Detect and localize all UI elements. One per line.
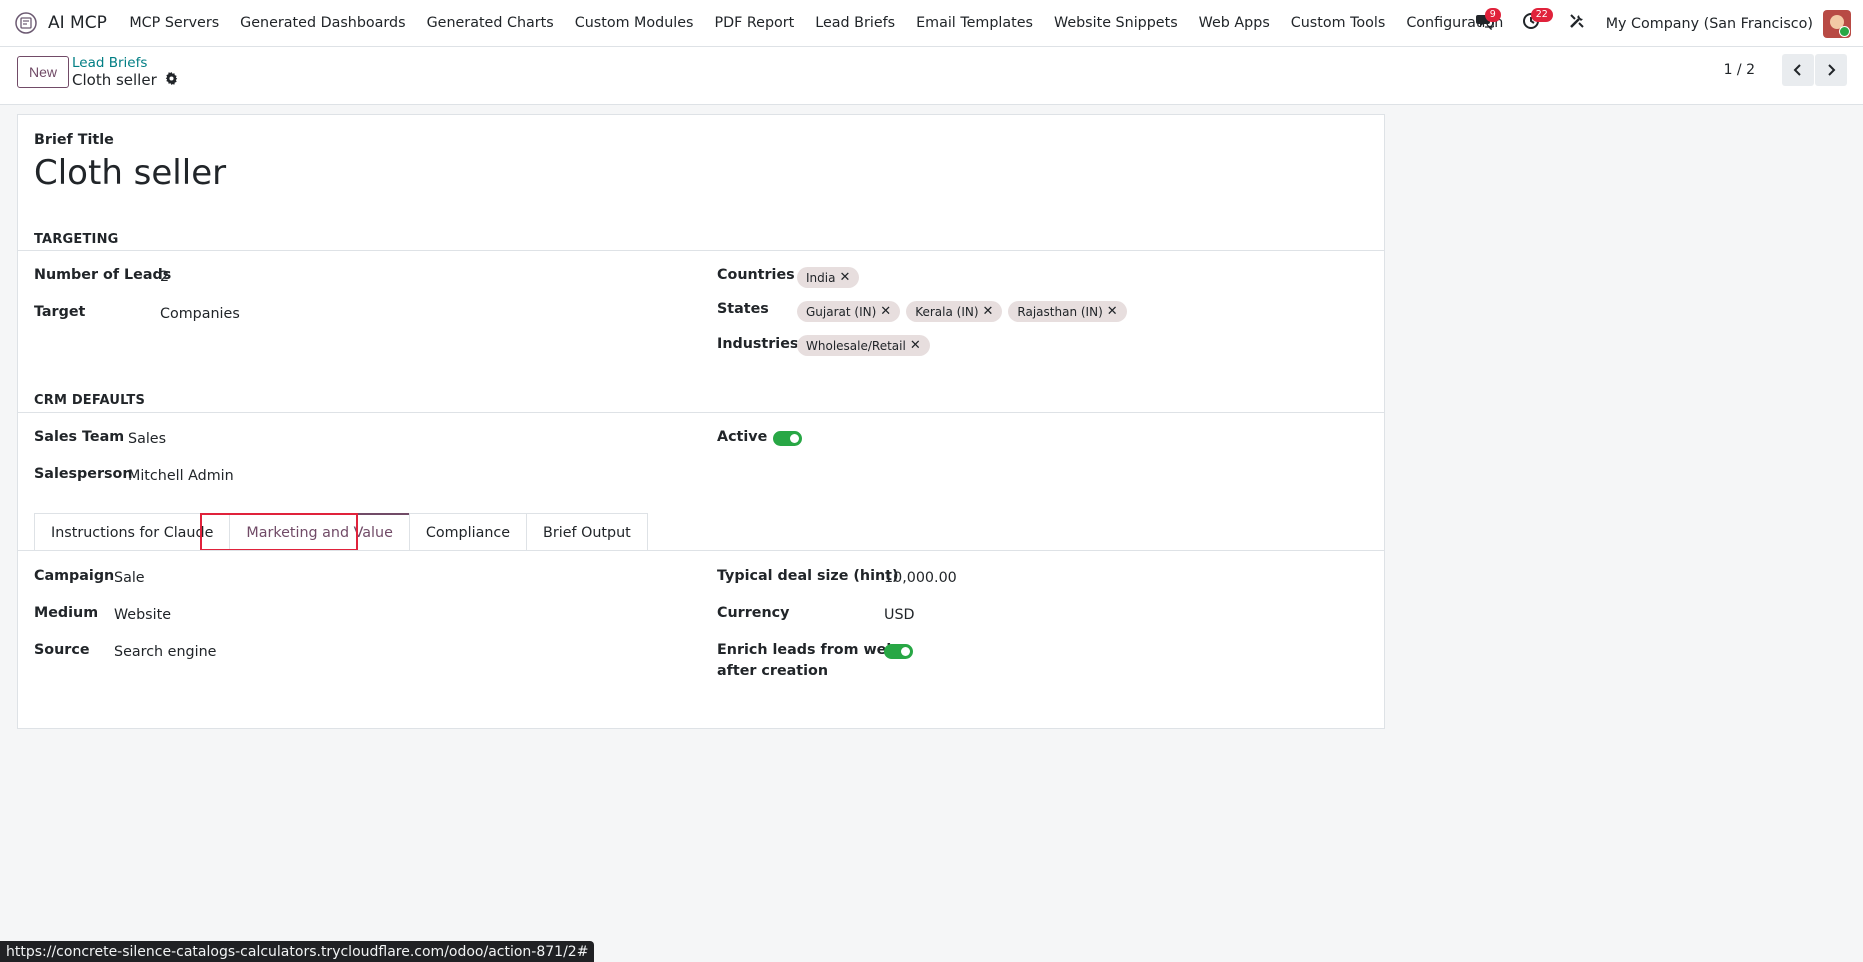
- tab-compliance[interactable]: Compliance: [408, 513, 528, 551]
- chevron-left-icon: [1793, 61, 1803, 80]
- countries-tags[interactable]: India ✕: [797, 267, 860, 288]
- company-switcher[interactable]: My Company (San Francisco): [1606, 16, 1813, 32]
- targeting-section-title: TARGETING: [34, 232, 119, 247]
- tabs-separator: [18, 550, 1384, 551]
- sales-team-label: Sales Team: [34, 429, 125, 445]
- active-toggle[interactable]: [773, 431, 802, 446]
- currency-field[interactable]: USD: [884, 607, 915, 623]
- control-panel: New Lead Briefs Cloth seller 1 / 2: [0, 47, 1863, 105]
- deal-size-field[interactable]: 10,000.00: [884, 570, 957, 586]
- target-label: Target: [34, 304, 86, 320]
- avatar[interactable]: [1823, 9, 1851, 38]
- tag-india[interactable]: India ✕: [797, 267, 860, 288]
- menu-item-lead-briefs[interactable]: Lead Briefs: [805, 15, 906, 31]
- messages-badge: 9: [1484, 7, 1501, 22]
- medium-field[interactable]: Website: [114, 607, 171, 623]
- source-field[interactable]: Search engine: [114, 644, 216, 660]
- industries-tags[interactable]: Wholesale/Retail ✕: [797, 335, 930, 356]
- tools-icon: [1568, 12, 1586, 35]
- enrich-label-line1: Enrich leads from web: [717, 642, 897, 658]
- menu-item-custom-tools[interactable]: Custom Tools: [1280, 15, 1396, 31]
- sales-team-field[interactable]: Sales: [128, 431, 166, 447]
- form-sheet: Brief Title Cloth seller TARGETING Numbe…: [17, 114, 1385, 729]
- app-name[interactable]: AI MCP: [48, 13, 107, 33]
- breadcrumb-lead-briefs[interactable]: Lead Briefs: [72, 55, 147, 71]
- currency-label: Currency: [717, 605, 790, 621]
- gear-icon[interactable]: [165, 71, 178, 89]
- brief-title-label: Brief Title: [34, 132, 114, 148]
- pager-value[interactable]: 1 / 2: [1724, 62, 1755, 78]
- pager-next-button[interactable]: [1815, 54, 1847, 86]
- activities-badge: 22: [1530, 7, 1553, 22]
- menu-item-email-templates[interactable]: Email Templates: [906, 15, 1044, 31]
- tab-instructions-for-claude[interactable]: Instructions for Claude: [34, 513, 231, 551]
- menu-item-web-apps[interactable]: Web Apps: [1188, 15, 1280, 31]
- menu-item-website-snippets[interactable]: Website Snippets: [1044, 15, 1189, 31]
- source-label: Source: [34, 642, 90, 658]
- app-icon[interactable]: [12, 9, 40, 37]
- menu-item-mcp-servers[interactable]: MCP Servers: [119, 15, 230, 31]
- record-name: Cloth seller: [72, 71, 157, 89]
- close-icon[interactable]: ✕: [910, 338, 921, 353]
- states-label: States: [717, 301, 769, 317]
- section-separator: [18, 250, 1384, 251]
- enrich-label-line2: after creation: [717, 663, 829, 679]
- menu-item-generated-dashboards[interactable]: Generated Dashboards: [230, 15, 416, 31]
- salesperson-label: Salesperson: [34, 466, 133, 482]
- medium-label: Medium: [34, 605, 99, 621]
- countries-label: Countries: [717, 267, 795, 283]
- tab-marketing-and-value[interactable]: Marketing and Value: [229, 513, 410, 551]
- chevron-right-icon: [1826, 61, 1836, 80]
- tag-rajasthan[interactable]: Rajasthan (IN) ✕: [1008, 301, 1127, 322]
- breadcrumb-current: Cloth seller: [72, 71, 178, 89]
- tab-brief-output[interactable]: Brief Output: [526, 513, 648, 551]
- campaign-label: Campaign: [34, 568, 115, 584]
- tag-gujarat[interactable]: Gujarat (IN) ✕: [797, 301, 901, 322]
- pager-previous-button[interactable]: [1782, 54, 1814, 86]
- number-of-leads-label: Number of Leads: [34, 267, 172, 283]
- number-of-leads-field[interactable]: 2: [160, 269, 169, 285]
- section-separator: [18, 412, 1384, 413]
- close-icon[interactable]: ✕: [880, 304, 891, 319]
- deal-size-label: Typical deal size (hint): [717, 568, 899, 584]
- campaign-field[interactable]: Sale: [114, 570, 145, 586]
- tag-wholesale-retail[interactable]: Wholesale/Retail ✕: [797, 335, 930, 356]
- menu-item-pdf-report[interactable]: PDF Report: [704, 15, 805, 31]
- activities-button[interactable]: 22: [1518, 7, 1553, 37]
- crm-defaults-section-title: CRM DEFAULTS: [34, 393, 146, 408]
- close-icon[interactable]: ✕: [839, 270, 850, 285]
- systray: 9 22 My Company (San Francisco): [1462, 0, 1863, 47]
- top-navbar: AI MCP MCP Servers Generated Dashboards …: [0, 0, 1863, 47]
- close-icon[interactable]: ✕: [983, 304, 994, 319]
- salesperson-field[interactable]: Mitchell Admin: [128, 468, 234, 484]
- debug-tools-button[interactable]: [1564, 11, 1590, 37]
- close-icon[interactable]: ✕: [1107, 304, 1118, 319]
- active-label: Active: [717, 429, 768, 445]
- messages-button[interactable]: 9: [1472, 7, 1501, 37]
- industries-label: Industries: [717, 336, 799, 352]
- states-tags[interactable]: Gujarat (IN) ✕ Kerala (IN) ✕ Rajasthan (IN…: [797, 301, 1127, 322]
- menu-item-generated-charts[interactable]: Generated Charts: [416, 15, 564, 31]
- status-bar-url: https://concrete-silence-catalogs-calcul…: [0, 941, 595, 962]
- menu-item-custom-modules[interactable]: Custom Modules: [564, 15, 704, 31]
- tag-kerala[interactable]: Kerala (IN) ✕: [906, 301, 1003, 322]
- enrich-toggle[interactable]: [884, 644, 913, 659]
- new-button[interactable]: New: [17, 56, 70, 88]
- target-field[interactable]: Companies: [160, 306, 240, 322]
- notebook-tabs: Instructions for Claude Marketing and Va…: [34, 513, 648, 551]
- brief-title-field[interactable]: Cloth seller: [34, 153, 226, 193]
